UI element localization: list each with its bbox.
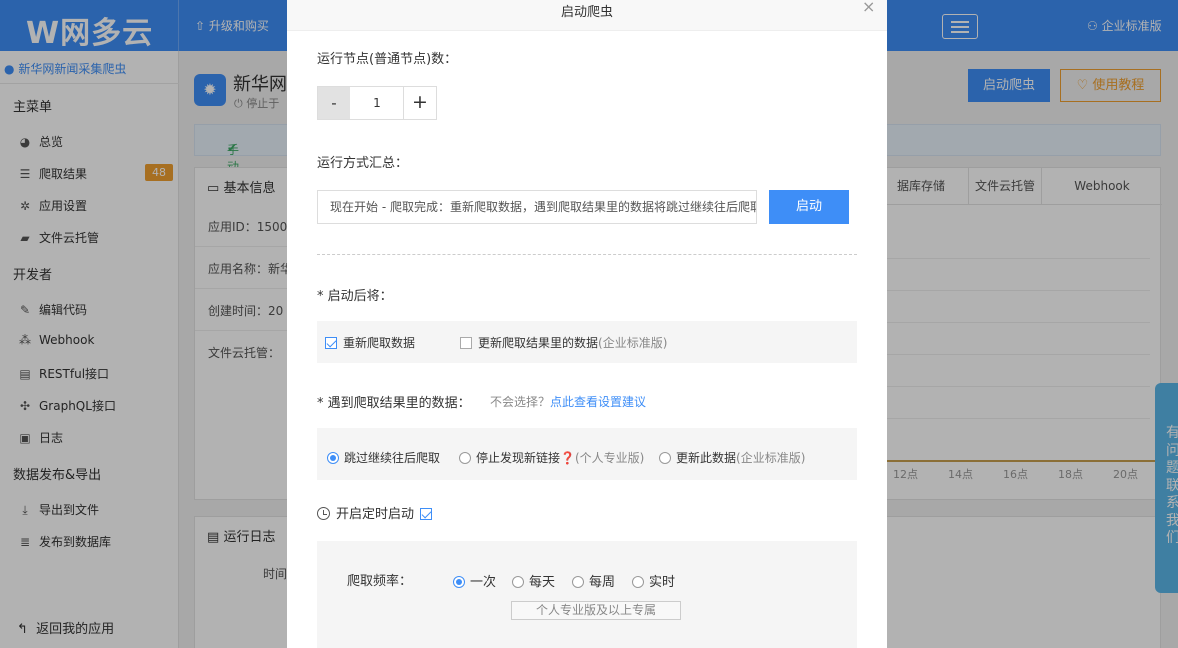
- skip-continue-radio[interactable]: 跳过继续往后爬取: [327, 449, 440, 466]
- option-label: 停止发现新链接: [476, 451, 561, 465]
- option-label: 每天: [529, 575, 556, 590]
- radio-icon: [572, 576, 584, 588]
- option-edition-note: (企业标准版): [598, 336, 668, 350]
- freq-once-radio[interactable]: 一次: [453, 571, 496, 590]
- freq-weekly-radio[interactable]: 每周: [572, 571, 615, 590]
- existing-hint: 不会选择？点此查看设置建议: [490, 393, 646, 410]
- after-start-options: 重新爬取数据 更新爬取结果里的数据(企业标准版): [317, 321, 857, 363]
- run-mode-label: 运行方式汇总：: [317, 156, 409, 171]
- option-label: 更新此数据: [676, 451, 737, 465]
- dialog-title: 启动爬虫: [560, 5, 613, 20]
- decrement-button[interactable]: -: [317, 86, 351, 120]
- start-button[interactable]: 启动: [769, 190, 849, 224]
- option-edition-note: (企业标准版): [736, 451, 806, 465]
- schedule-options-panel: [317, 541, 857, 648]
- checkbox-checked-icon[interactable]: [420, 508, 433, 520]
- alarm-clock-icon: [317, 507, 330, 520]
- help-question-icon[interactable]: ❓: [560, 451, 575, 465]
- radio-icon: [659, 452, 671, 464]
- hint-text: 不会选择？: [490, 395, 551, 409]
- increment-button[interactable]: +: [403, 86, 437, 120]
- pro-only-note: 个人专业版及以上专属: [511, 601, 681, 620]
- scheduled-start-toggle[interactable]: 开启定时启动: [317, 503, 438, 522]
- freq-daily-radio[interactable]: 每天: [512, 571, 555, 590]
- stop-discover-radio[interactable]: 停止发现新链接❓(个人专业版): [459, 449, 644, 466]
- node-count-input[interactable]: 1: [350, 86, 404, 120]
- nodes-label: 运行节点(普通节点)数：: [317, 52, 458, 67]
- settings-advice-link[interactable]: 点此查看设置建议: [550, 395, 646, 409]
- option-edition-note: (个人专业版): [574, 451, 645, 465]
- run-mode-summary-field[interactable]: 现在开始 - 爬取完成：重新爬取数据，遇到爬取结果里的数据将跳过继续往后爬取: [317, 190, 757, 224]
- dialog-header: 启动爬虫 ×: [287, 0, 887, 31]
- freq-realtime-radio[interactable]: 实时: [632, 571, 675, 590]
- option-label: 一次: [470, 575, 497, 590]
- radio-icon: [459, 452, 471, 464]
- option-label: 更新爬取结果里的数据: [478, 336, 599, 350]
- option-label: 跳过继续往后爬取: [344, 451, 441, 465]
- close-icon[interactable]: ×: [862, 0, 875, 16]
- radio-selected-icon: [327, 452, 339, 464]
- frequency-label: 爬取频率：: [347, 574, 413, 589]
- radio-icon: [512, 576, 524, 588]
- update-data-radio[interactable]: 更新此数据(企业标准版): [659, 449, 805, 466]
- divider: [317, 254, 857, 255]
- radio-icon: [632, 576, 644, 588]
- option-label: 实时: [649, 575, 676, 590]
- recrawl-checkbox[interactable]: 重新爬取数据: [325, 334, 415, 351]
- checkbox-icon: [460, 337, 472, 349]
- existing-data-options: 跳过继续往后爬取 停止发现新链接❓(个人专业版) 更新此数据(企业标准版): [317, 428, 857, 480]
- start-crawler-dialog: 启动爬虫 × 运行节点(普通节点)数： - 1 + 运行方式汇总： 现在开始 -…: [287, 0, 887, 648]
- option-label: 重新爬取数据: [343, 336, 416, 350]
- timer-label: 开启定时启动: [336, 507, 415, 522]
- existing-data-label: * 遇到爬取结果里的数据：: [317, 396, 471, 411]
- after-start-label: * 启动后将：: [317, 289, 393, 304]
- option-label: 每周: [589, 575, 616, 590]
- checkbox-checked-icon: [325, 337, 337, 349]
- update-results-checkbox[interactable]: 更新爬取结果里的数据(企业标准版): [460, 334, 667, 351]
- radio-selected-icon: [453, 576, 465, 588]
